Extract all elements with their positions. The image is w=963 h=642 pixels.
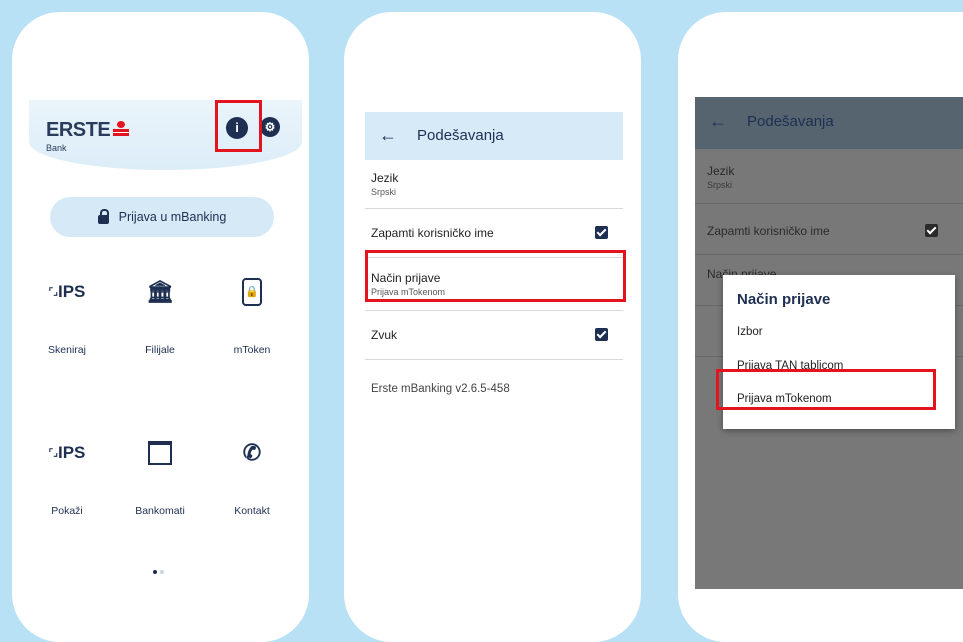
login-mbanking-label: Prijava u mBanking — [118, 210, 227, 224]
highlight-mtoken-option — [716, 369, 936, 410]
setting-remember-username[interactable]: Zapamti korisničko ime — [695, 204, 963, 255]
tile-label: Pokaži — [51, 505, 83, 517]
tile-skeniraj[interactable]: ⌜⌟ IPS Skeniraj — [27, 274, 107, 356]
tile-label: mToken — [233, 344, 271, 356]
page-dot-active — [153, 570, 157, 574]
option-izbor[interactable]: Izbor — [737, 326, 763, 338]
bank-building-icon: 🏛 — [146, 279, 174, 304]
setting-sound[interactable]: Zvuk — [365, 311, 623, 360]
back-arrow-icon[interactable]: ← — [379, 125, 397, 146]
tile-label: Bankomati — [135, 505, 185, 517]
setting-language-label: Jezik — [371, 171, 399, 185]
remember-checkbox[interactable] — [595, 226, 608, 239]
phone-icon: ✆ — [242, 440, 262, 465]
page-indicator — [153, 561, 167, 579]
dimmed-settings-screen: ← Podešavanja Jezik Srpski Zapamti koris… — [695, 97, 963, 589]
tile-label: Filijale — [145, 344, 175, 356]
app-version: Erste mBanking v2.6.5-458 — [371, 383, 510, 395]
tile-label: Kontakt — [234, 505, 270, 517]
back-arrow-icon[interactable]: ← — [709, 111, 727, 132]
setting-language-label: Jezik — [707, 164, 735, 178]
dialog-title: Način prijave — [737, 291, 831, 308]
remember-checkbox[interactable] — [925, 224, 938, 237]
page-dot — [160, 570, 164, 574]
tile-label: Skeniraj — [48, 344, 86, 356]
phone-login-method-dialog: ← Podešavanja Jezik Srpski Zapamti koris… — [678, 12, 963, 642]
setting-language[interactable]: Jezik Srpski — [695, 150, 963, 204]
sound-checkbox[interactable] — [595, 328, 608, 341]
lock-icon — [97, 208, 109, 224]
settings-app-bar: ← Podešavanja — [365, 112, 623, 160]
tile-filijale[interactable]: 🏛 Filijale — [120, 274, 200, 356]
setting-language-value: Srpski — [707, 180, 733, 190]
login-mbanking-button[interactable]: Prijava u mBanking — [50, 197, 274, 237]
mtoken-icon: 🔒 — [212, 274, 292, 310]
erste-logo: ERSTE — [46, 119, 130, 142]
setting-language-value: Srpski — [371, 187, 397, 197]
gear-icon[interactable]: ⚙ — [260, 117, 280, 137]
ips-icon: ⌜⌟ IPS — [48, 443, 86, 462]
erste-logo-mark-icon — [113, 121, 130, 137]
setting-sound-label: Zvuk — [371, 328, 398, 342]
highlight-info-icon — [215, 100, 262, 152]
settings-app-bar: ← Podešavanja — [695, 97, 963, 149]
setting-remember-label: Zapamti korisničko ime — [371, 226, 494, 240]
tile-kontakt[interactable]: ✆ Kontakt — [212, 435, 292, 517]
tile-pokazi[interactable]: ⌜⌟ IPS Pokaži — [27, 435, 107, 517]
phone-home-screen: ERSTE Bank i ⚙ Prijava u mBanking ⌜⌟ IPS … — [12, 12, 309, 642]
setting-language[interactable]: Jezik Srpski — [365, 160, 623, 209]
atm-icon — [120, 435, 200, 471]
setting-remember-label: Zapamti korisničko ime — [707, 224, 830, 238]
erste-logo-sub: Bank — [46, 143, 67, 153]
highlight-login-method — [365, 250, 626, 302]
phone-settings-screen: ← Podešavanja Jezik Srpski Zapamti koris… — [344, 12, 641, 642]
ips-icon: ⌜⌟ IPS — [48, 282, 86, 301]
tile-mtoken[interactable]: 🔒 mToken — [212, 274, 292, 356]
settings-title: Podešavanja — [417, 127, 504, 144]
settings-title: Podešavanja — [747, 113, 834, 130]
tile-bankomati[interactable]: Bankomati — [120, 435, 200, 517]
